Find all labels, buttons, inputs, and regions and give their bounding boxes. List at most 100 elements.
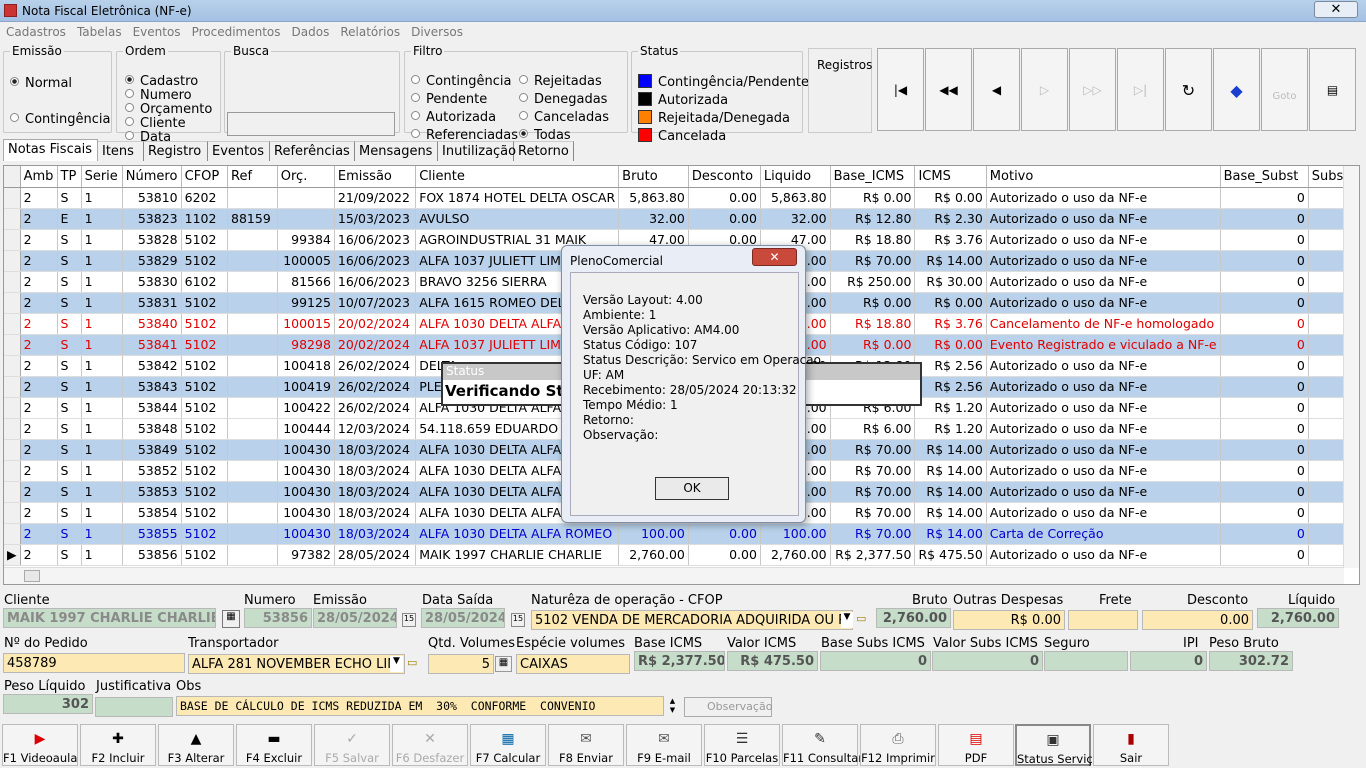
peso-liquido-field[interactable]: 302 <box>3 694 93 714</box>
prior-record-button[interactable]: ◀ <box>973 48 1020 131</box>
table-row[interactable]: 2 S 1 53810 6202 21/09/2022 FOX 1874 HOTEL DEL… <box>4 187 1359 209</box>
table-row[interactable]: ▶ 2 S 1 53856 5102 97382 28/05/2024 MAIK 1997 CH… <box>4 544 1359 566</box>
filtro-autorizada-radio[interactable]: Autorizada <box>411 110 496 125</box>
natureza-dropdown-icon[interactable]: ▼ <box>841 612 853 628</box>
tab-registro[interactable]: Registro <box>144 141 208 161</box>
outras-despesas-field[interactable]: R$ 0.00 <box>953 610 1065 630</box>
tab-notas-fiscais[interactable]: Notas Fiscais <box>3 139 98 161</box>
filtro-pendente-radio[interactable]: Pendente <box>411 92 487 107</box>
qtd-keypad-icon[interactable]: ▦ <box>495 656 512 672</box>
valor-icms-field[interactable]: R$ 475.50 <box>727 651 818 671</box>
col-header-orc[interactable]: Orç. <box>277 166 335 188</box>
menu-dados[interactable]: Dados <box>286 22 335 39</box>
menu-cadastros[interactable]: Cadastros <box>0 22 71 39</box>
tag-icon[interactable]: ◆ <box>1213 48 1260 131</box>
hscroll-thumb[interactable] <box>24 570 40 582</box>
ipi-field[interactable]: 0 <box>1130 651 1207 671</box>
col-header-icms[interactable]: ICMS <box>914 166 987 188</box>
col-header-desconto[interactable]: Desconto <box>688 166 761 188</box>
filtro-rejeitadas-radio[interactable]: Rejeitadas <box>519 74 602 89</box>
tab-retorno[interactable]: Retorno <box>514 141 574 161</box>
col-header-liquido[interactable]: Liquido <box>760 166 831 188</box>
ordem-numero-radio[interactable]: Numero <box>125 88 192 103</box>
desconto-field[interactable]: 0.00 <box>1142 610 1253 630</box>
seguro-field[interactable] <box>1044 651 1128 671</box>
next-record-button[interactable]: ▷ <box>1021 48 1068 131</box>
natureza-select[interactable]: 5102 VENDA DE MERCADORIA ADQUIRIDA OU R <box>531 610 853 630</box>
col-header-cliente[interactable]: Cliente <box>415 166 620 188</box>
table-row[interactable]: 2 S 1 53855 5102 100430 18/03/2024 ALFA 1030 DE… <box>4 523 1359 545</box>
emissao-date-field[interactable]: 28/05/2024 <box>313 608 397 628</box>
fkey-f2-incluir-button[interactable]: ✚ F2 Incluir <box>80 724 156 766</box>
transportador-select[interactable]: ALFA 281 NOVEMBER ECHO LIN <box>188 654 405 674</box>
tab-mensagens[interactable]: Mensagens <box>355 141 438 161</box>
cliente-field[interactable]: MAIK 1997 CHARLIE CHARLIE <box>3 608 216 628</box>
fkey-f7-calcular-button[interactable]: ▦ F7 Calcular <box>470 724 546 766</box>
col-header-base-subst[interactable]: Base_Subst <box>1220 166 1309 188</box>
col-header-base-icms[interactable]: Base_ICMS <box>830 166 916 188</box>
grid-vertical-scrollbar[interactable] <box>1343 166 1359 568</box>
base-subs-field[interactable]: 0 <box>820 651 931 671</box>
fkey-f1-videoaula-button[interactable]: ▶ F1 Videoaula <box>2 724 78 766</box>
ordem-cliente-radio[interactable]: Cliente <box>125 116 186 131</box>
saida-date-field[interactable]: 28/05/2024 <box>421 608 505 628</box>
tab-referencias[interactable]: Referências <box>270 141 355 161</box>
tab-itens[interactable]: Itens <box>98 141 144 161</box>
liquido-field[interactable]: 2,760.00 <box>1257 608 1339 628</box>
obs-scroll-icon[interactable]: ▲ ▼ <box>666 697 679 717</box>
pedido-field[interactable]: 458789 <box>3 653 185 673</box>
frete-field[interactable] <box>1068 610 1138 630</box>
col-header-bruto[interactable]: Bruto <box>618 166 689 188</box>
fkey-sair-button[interactable]: ▮ Sair <box>1093 724 1169 766</box>
numero-field[interactable]: 53856 <box>244 608 312 628</box>
especie-field[interactable]: CAIXAS <box>516 654 630 674</box>
prior-page-button[interactable]: ◀◀ <box>925 48 972 131</box>
base-icms-field[interactable]: R$ 2,377.50 <box>634 651 725 671</box>
fkey-f9-e-mail-button[interactable]: ✉ F9 E-mail <box>626 724 702 766</box>
transp-dropdown-icon[interactable]: ▼ <box>390 656 403 672</box>
ordem-cadastro-radio[interactable]: Cadastro <box>125 74 198 89</box>
tab-inutilizacao[interactable]: Inutilização <box>438 141 516 161</box>
justificativa-field[interactable] <box>95 697 173 717</box>
fkey-status-servico-button[interactable]: ▣ Status Serviço <box>1015 724 1100 766</box>
menu-diversos[interactable]: Diversos <box>405 22 468 39</box>
observacao-button[interactable]: Observação <box>684 697 772 717</box>
peso-bruto-field[interactable]: 302.72 <box>1209 651 1293 671</box>
col-header-cfop[interactable]: CFOP <box>181 166 229 188</box>
menu-eventos[interactable]: Eventos <box>127 22 186 39</box>
goto-button[interactable]: Goto <box>1261 48 1308 131</box>
refresh-button[interactable]: ↻ <box>1165 48 1212 131</box>
fkey-f8-enviar-button[interactable]: ✉ F8 Enviar <box>548 724 624 766</box>
col-header-numero[interactable]: Número <box>122 166 182 188</box>
obs-field[interactable]: BASE DE CÁLCULO DE ICMS REDUZIDA EM 30% … <box>176 696 664 716</box>
natureza-folder-icon[interactable]: ▭ <box>856 612 872 628</box>
table-row[interactable]: 2 E 1 53823 1102 88159 15/03/2023 AVULSO 32.00 0.… <box>4 208 1359 230</box>
fkey-f6-desfazer-button[interactable]: ✕ F6 Desfazer <box>392 724 468 766</box>
fkey-pdf-button[interactable]: ▤ PDF <box>938 724 1014 766</box>
ok-button[interactable]: OK <box>655 477 729 500</box>
close-window-button[interactable]: ✕ <box>1314 1 1358 18</box>
qtd-volumes-field[interactable]: 5 <box>428 654 494 674</box>
filtro-denegadas-radio[interactable]: Denegadas <box>519 92 607 107</box>
dialog-close-button[interactable]: ✕ <box>752 248 797 266</box>
col-header-amb[interactable]: Amb <box>20 166 58 188</box>
fkey-f5-salvar-button[interactable]: ✓ F5 Salvar <box>314 724 390 766</box>
col-header-tp[interactable]: TP <box>57 166 82 188</box>
saida-calendar-icon[interactable]: 15 <box>511 613 525 627</box>
last-record-button[interactable]: ▷| <box>1117 48 1164 131</box>
col-header-motivo[interactable]: Motivo <box>986 166 1221 188</box>
emissao-normal-radio[interactable]: Normal <box>10 76 72 91</box>
transp-folder-icon[interactable]: ▭ <box>407 656 423 672</box>
emissao-contingencia-radio[interactable]: Contingência <box>10 112 110 127</box>
first-record-button[interactable]: |◀ <box>877 48 924 131</box>
grid-settings-icon[interactable]: ▤ <box>1309 48 1356 131</box>
ordem-orcamento-radio[interactable]: Orçamento <box>125 102 212 117</box>
busca-input[interactable] <box>227 112 395 136</box>
fkey-f11-consultar-button[interactable]: ✎ F11 Consultar <box>782 724 863 766</box>
col-header-ref[interactable]: Ref <box>227 166 278 188</box>
menu-relatorios[interactable]: Relatórios <box>334 22 405 39</box>
col-header-emissao[interactable]: Emissão <box>334 166 417 188</box>
filtro-contingencia-radio[interactable]: Contingência <box>411 74 511 89</box>
next-page-button[interactable]: ▷▷ <box>1069 48 1116 131</box>
bruto-field[interactable]: 2,760.00 <box>876 608 951 628</box>
